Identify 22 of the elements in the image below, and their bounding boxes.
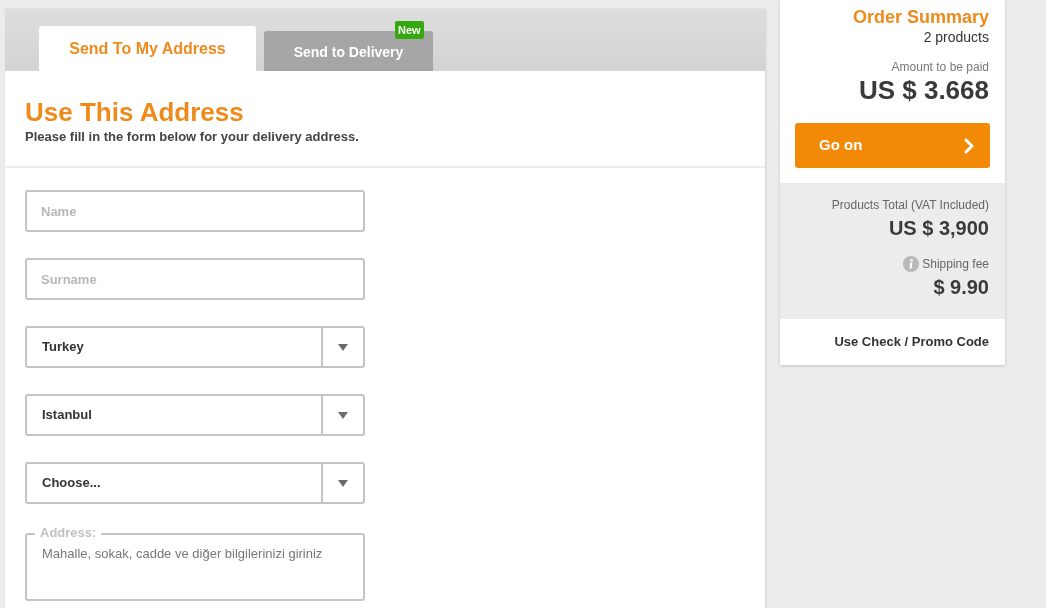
- caret-icon: [338, 479, 348, 487]
- promo-code-link[interactable]: Use Check / Promo Code: [834, 334, 989, 350]
- shipping-label: Shipping fee: [922, 256, 989, 272]
- input-field[interactable]: Surname: [25, 258, 365, 300]
- select-field[interactable]: Turkey: [25, 326, 365, 368]
- select-field[interactable]: Istanbul: [25, 394, 365, 436]
- info-icon: [903, 256, 920, 272]
- product-count: 2 products: [923, 28, 989, 46]
- products-total: US $ 3,900: [888, 216, 989, 240]
- select-field[interactable]: Choose...: [25, 462, 365, 504]
- amount-label: Amount to be paid: [891, 60, 989, 75]
- chevron-right-icon: [964, 137, 974, 154]
- new-badge: New: [395, 21, 424, 39]
- form-title: Use This Address: [25, 97, 245, 127]
- caret-icon: [338, 411, 348, 419]
- caret-icon: [338, 343, 348, 351]
- summary-title: Order Summary: [852, 6, 989, 28]
- shipping-fee: $ 9.90: [933, 275, 989, 299]
- amount-total: US $ 3.668: [858, 75, 989, 105]
- input-field[interactable]: Name: [25, 190, 365, 232]
- products-total-label: Products Total (VAT Included): [831, 198, 989, 213]
- form-subtitle: Please fill in the form below for your delivery address.: [25, 129, 360, 145]
